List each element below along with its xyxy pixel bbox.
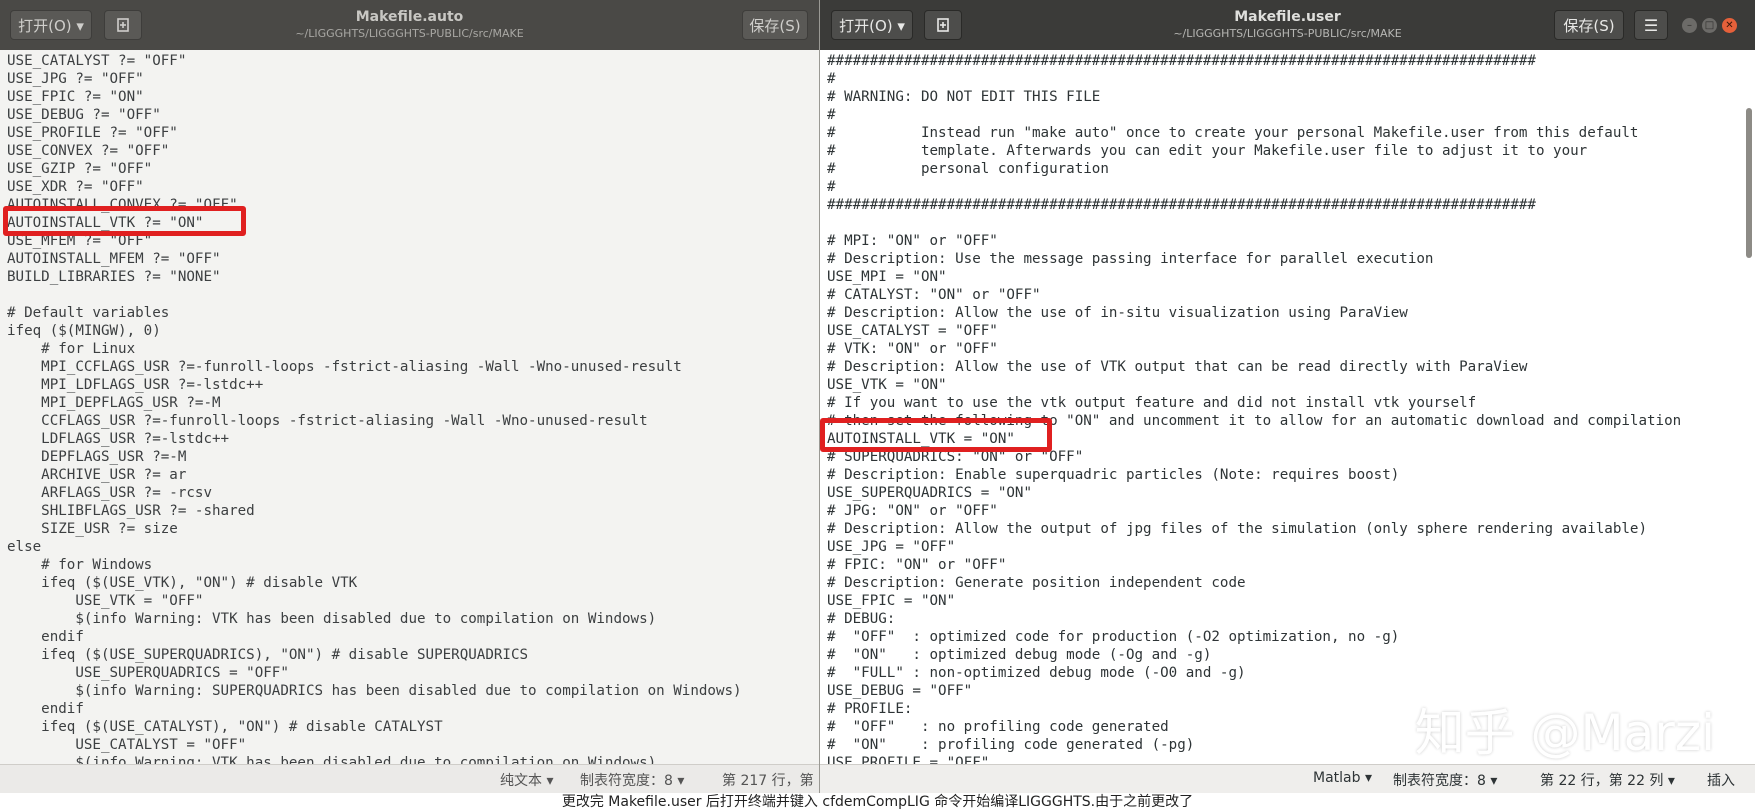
save-button[interactable]: 保存(S) xyxy=(1554,10,1624,40)
status-bar: Matlab ▾ 制表符宽度：8 ▾ 第 22 行，第 22 列 ▾ 插入 xyxy=(820,764,1755,793)
title-bar: 打开(O) ▾ Makefile.user ~/LIGGGHTS/LIGGGHT… xyxy=(820,0,1755,50)
cursor-position[interactable]: 第 217 行，第 1 xyxy=(722,770,819,790)
status-bar: 纯文本 ▾ 制表符宽度：8 ▾ 第 217 行，第 1 xyxy=(0,764,819,793)
close-icon[interactable]: ✕ xyxy=(1722,18,1737,33)
text-editor-area[interactable]: ########################################… xyxy=(820,50,1755,765)
code-text: ########################################… xyxy=(827,53,1682,765)
minimize-icon[interactable]: – xyxy=(1682,18,1697,33)
tab-width-selector[interactable]: 制表符宽度：8 ▾ xyxy=(1393,770,1497,790)
insert-mode-indicator: 插入 xyxy=(1707,773,1735,789)
editor-window-makefile-user: 打开(O) ▾ Makefile.user ~/LIGGGHTS/LIGGGHT… xyxy=(820,0,1755,793)
highlight-box-autoinstall-vtk xyxy=(820,418,1052,452)
watermark: 知乎 @Marzi xyxy=(1414,704,1715,762)
editor-window-makefile-auto: 打开(O) ▾ Makefile.auto ~/LIGGGHTS/LIGGGHT… xyxy=(0,0,820,793)
new-document-icon[interactable] xyxy=(104,10,142,40)
language-selector[interactable]: Matlab ▾ xyxy=(1313,770,1372,786)
scrollbar-thumb[interactable] xyxy=(1746,108,1752,258)
language-selector[interactable]: 纯文本 ▾ xyxy=(500,770,553,790)
code-text: USE_CATALYST ?= "OFF" USE_JPG ?= "OFF" U… xyxy=(7,53,742,765)
new-document-icon[interactable] xyxy=(924,10,962,40)
text-editor-area[interactable]: USE_CATALYST ?= "OFF" USE_JPG ?= "OFF" U… xyxy=(0,50,819,765)
open-button[interactable]: 打开(O) ▾ xyxy=(831,10,913,40)
cursor-position[interactable]: 第 22 行，第 22 列 ▾ xyxy=(1540,770,1675,790)
open-button[interactable]: 打开(O) ▾ xyxy=(10,10,92,40)
tab-width-selector[interactable]: 制表符宽度：8 ▾ xyxy=(580,770,684,790)
title-bar: 打开(O) ▾ Makefile.auto ~/LIGGGHTS/LIGGGHT… xyxy=(0,0,819,50)
maximize-icon[interactable]: □ xyxy=(1702,18,1717,33)
caption-text: 更改完 Makefile.user 后打开终端并键入 cfdemCompLIG … xyxy=(0,793,1755,811)
highlight-box-autoinstall-vtk xyxy=(3,206,246,236)
hamburger-menu-icon[interactable]: ☰ xyxy=(1634,10,1668,40)
save-button[interactable]: 保存(S) xyxy=(742,10,808,40)
